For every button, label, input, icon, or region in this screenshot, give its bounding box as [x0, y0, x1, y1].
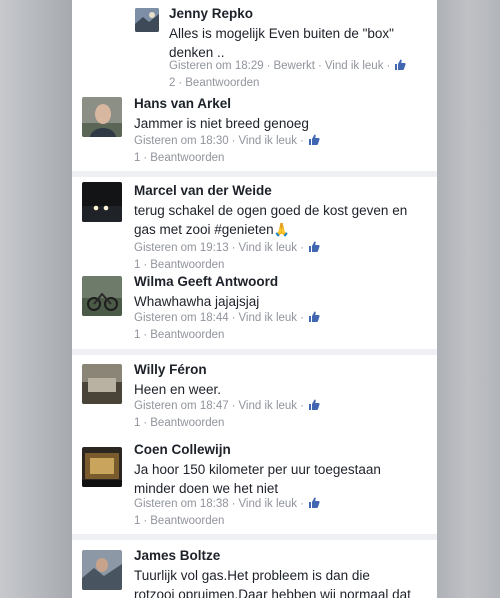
like-link[interactable]: Vind ik leuk [238, 498, 297, 510]
like-count[interactable]: 1 [134, 417, 140, 429]
comment-time[interactable]: Gisteren om 18:30 [134, 135, 229, 147]
avatar[interactable] [82, 276, 122, 316]
avatar[interactable] [82, 364, 122, 404]
comment-meta: Gisteren om 18:38 · Vind ik leuk ·1 · Beantwo… [134, 496, 384, 530]
reply-link[interactable]: Beantwoorden [150, 515, 224, 527]
comment: Coen Collewijn Ja hoor 150 kilometer per… [72, 435, 437, 535]
thumbs-up-icon [308, 399, 320, 410]
comment: Marcel van der Weide terug schakel de og… [72, 177, 437, 272]
comment-author[interactable]: Marcel van der Weide [134, 183, 272, 198]
comment-author[interactable]: Coen Collewijn [134, 442, 231, 457]
comment-author[interactable]: Willy Féron [134, 362, 207, 377]
avatar[interactable] [82, 182, 122, 222]
comment-author[interactable]: James Boltze [134, 548, 220, 563]
thumbs-up-icon [308, 241, 320, 252]
thumbs-up-icon [308, 134, 320, 145]
comments-feed[interactable]: Jenny Repko Alles is mogelijk Even buite… [72, 0, 437, 598]
comment-reply: Jenny Repko Alles is mogelijk Even buite… [72, 0, 437, 95]
comment-meta: Gisteren om 18:30 · Vind ik leuk ·1 · Beantwo… [134, 133, 384, 167]
comment-time[interactable]: Gisteren om 19:13 [134, 242, 229, 254]
avatar[interactable] [82, 550, 122, 590]
comment: Willy Féron Heen en weer. Gisteren om 18… [72, 355, 437, 435]
comment-author[interactable]: Wilma Geeft Antwoord [134, 274, 278, 289]
comment-text: Jammer is niet breed genoeg [134, 116, 309, 131]
like-count[interactable]: 1 [134, 515, 140, 527]
like-link[interactable]: Vind ik leuk [238, 400, 297, 412]
reply-link[interactable]: Beantwoorden [150, 152, 224, 164]
reply-link[interactable]: Beantwoorden [150, 417, 224, 429]
like-link[interactable]: Vind ik leuk [325, 60, 384, 72]
video-blur-left [0, 0, 72, 598]
avatar[interactable] [82, 447, 122, 487]
folded-hands-emoji: 🙏 [273, 222, 290, 237]
comment-text-content: terug schakel de ogen goed de kost geven… [134, 203, 408, 237]
comment: Hans van Arkel Jammer is niet breed geno… [72, 88, 437, 173]
reply-link[interactable]: Beantwoorden [150, 329, 224, 341]
comment-time[interactable]: Gisteren om 18:38 [134, 498, 229, 510]
avatar[interactable] [82, 97, 122, 137]
avatar[interactable] [135, 8, 159, 32]
thumbs-up-icon [308, 311, 320, 322]
comment-text: Heen en weer. [134, 382, 222, 397]
like-link[interactable]: Vind ik leuk [238, 242, 297, 254]
comment-meta: Gisteren om 18:44 · Vind ik leuk ·1 · Beantwo… [134, 310, 384, 344]
like-link[interactable]: Vind ik leuk [238, 312, 297, 324]
comment-meta: Gisteren om 18:47 · Vind ik leuk ·1 · Beantwo… [134, 398, 394, 432]
comment-time[interactable]: Gisteren om 18:44 [134, 312, 229, 324]
comment-author[interactable]: Jenny Repko [169, 6, 253, 21]
comment-text: Alles is mogelijk Even buiten de "box" d… [169, 26, 394, 60]
thumbs-up-icon [395, 59, 406, 70]
edited-label[interactable]: Bewerkt [273, 60, 315, 72]
video-blur-right [437, 0, 500, 598]
comment-time[interactable]: Gisteren om 18:47 [134, 400, 229, 412]
comment-text: terug schakel de ogen goed de kost geven… [134, 201, 407, 239]
thumbs-up-icon [308, 497, 320, 508]
comment-text: Tuurlijk vol gas.Het probleem is dan die… [134, 568, 411, 598]
comment: James Boltze Tuurlijk vol gas.Het proble… [72, 540, 437, 598]
comment-time[interactable]: Gisteren om 18:29 [169, 60, 264, 72]
comment-meta: Gisteren om 18:29 · Bewerkt · Vind ik leuk ·2… [169, 58, 429, 92]
comment-author[interactable]: Hans van Arkel [134, 96, 231, 111]
like-link[interactable]: Vind ik leuk [238, 135, 297, 147]
comment-text: Ja hoor 150 kilometer per uur toegestaan… [134, 462, 381, 496]
comment-text: Whawhawha jajajsjaj [134, 294, 260, 309]
comment: Wilma Geeft Antwoord Whawhawha jajajsjaj… [72, 268, 437, 353]
like-count[interactable]: 1 [134, 152, 140, 164]
like-count[interactable]: 1 [134, 329, 140, 341]
